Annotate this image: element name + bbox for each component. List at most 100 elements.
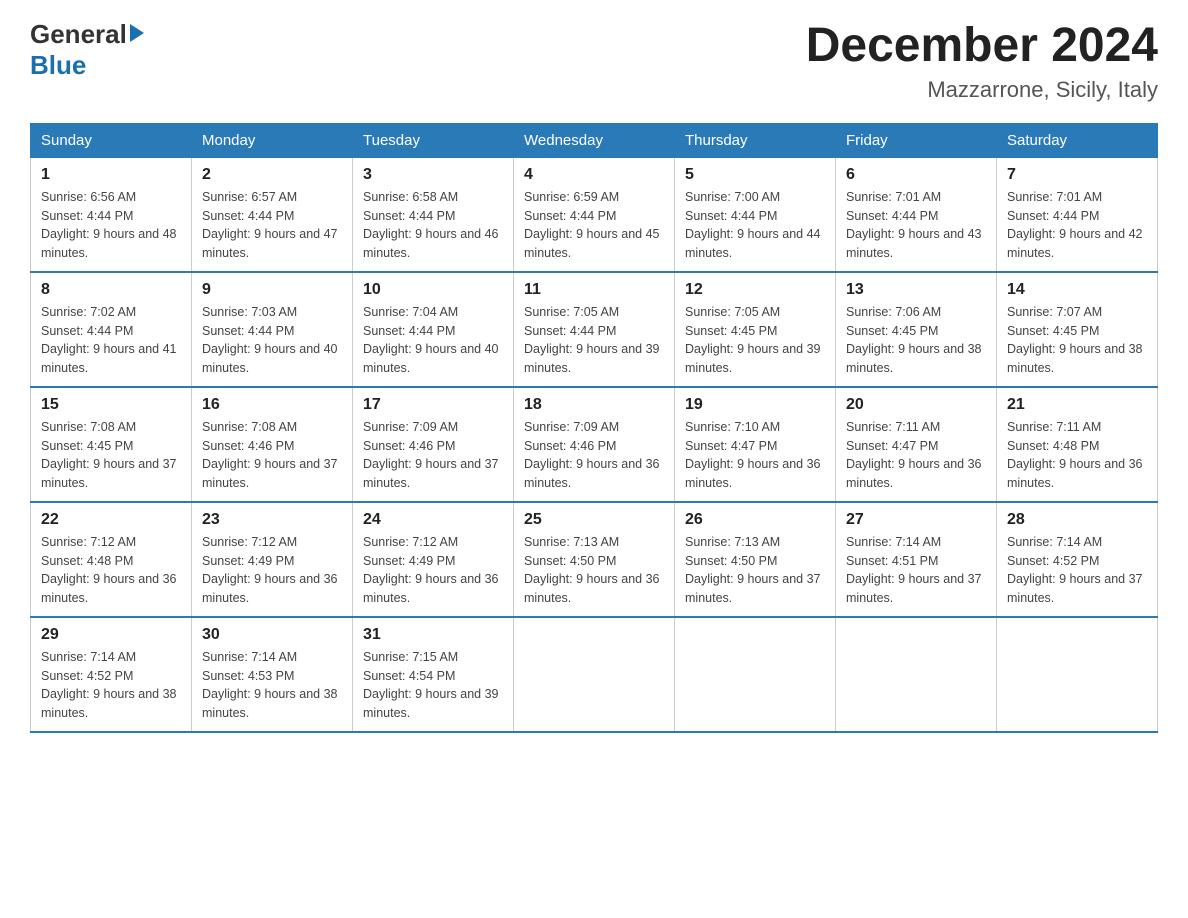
- day-number: 16: [202, 396, 342, 414]
- calendar-cell: 21 Sunrise: 7:11 AMSunset: 4:48 PMDayligh…: [997, 387, 1158, 502]
- calendar-cell: 9Sunrise: 7:03 AMSunset: 4:44 PMDaylight…: [192, 272, 353, 387]
- calendar-header: SundayMondayTuesdayWednesdayThursdayFrid…: [31, 123, 1158, 157]
- day-number: 19: [685, 396, 825, 414]
- day-info: Sunrise: 7:07 AMSunset: 4:45 PMDaylight:…: [1007, 303, 1147, 378]
- logo-blue: Blue: [30, 50, 86, 80]
- day-number: 30: [202, 626, 342, 644]
- calendar-cell: 24 Sunrise: 7:12 AMSunset: 4:49 PMDayligh…: [353, 502, 514, 617]
- calendar-cell: 15Sunrise: 7:08 AMSunset: 4:45 PMDayligh…: [31, 387, 192, 502]
- day-number: 11: [524, 281, 664, 299]
- day-info: Sunrise: 7:12 AMSunset: 4:49 PMDaylight:…: [363, 533, 503, 608]
- calendar-cell: 13Sunrise: 7:06 AMSunset: 4:45 PMDayligh…: [836, 272, 997, 387]
- calendar-cell: 27 Sunrise: 7:14 AMSunset: 4:51 PMDayligh…: [836, 502, 997, 617]
- day-info: Sunrise: 7:11 AMSunset: 4:48 PMDaylight:…: [1007, 418, 1147, 493]
- day-info: Sunrise: 7:14 AMSunset: 4:51 PMDaylight:…: [846, 533, 986, 608]
- weekday-wednesday: Wednesday: [514, 123, 675, 157]
- day-number: 21: [1007, 396, 1147, 414]
- calendar-cell: 16Sunrise: 7:08 AMSunset: 4:46 PMDayligh…: [192, 387, 353, 502]
- week-row-2: 8 Sunrise: 7:02 AMSunset: 4:44 PMDaylight…: [31, 272, 1158, 387]
- location-title: Mazzarrone, Sicily, Italy: [806, 77, 1158, 103]
- calendar-cell: 22 Sunrise: 7:12 AMSunset: 4:48 PMDayligh…: [31, 502, 192, 617]
- day-info: Sunrise: 7:02 AMSunset: 4:44 PMDaylight:…: [41, 303, 181, 378]
- day-number: 25: [524, 511, 664, 529]
- day-info: Sunrise: 7:14 AMSunset: 4:52 PMDaylight:…: [1007, 533, 1147, 608]
- logo-arrow-icon: [130, 24, 144, 42]
- day-number: 26: [685, 511, 825, 529]
- day-info: Sunrise: 7:01 AMSunset: 4:44 PMDaylight:…: [1007, 188, 1147, 263]
- day-number: 31: [363, 626, 503, 644]
- calendar-cell: 31 Sunrise: 7:15 AMSunset: 4:54 PMDayligh…: [353, 617, 514, 732]
- day-number: 12: [685, 281, 825, 299]
- day-number: 7: [1007, 166, 1147, 184]
- day-number: 27: [846, 511, 986, 529]
- day-number: 2: [202, 166, 342, 184]
- day-info: Sunrise: 7:13 AMSunset: 4:50 PMDaylight:…: [524, 533, 664, 608]
- month-title: December 2024: [806, 20, 1158, 73]
- calendar-cell: 12 Sunrise: 7:05 AMSunset: 4:45 PMDayligh…: [675, 272, 836, 387]
- logo-general: General: [30, 20, 127, 49]
- week-row-3: 15Sunrise: 7:08 AMSunset: 4:45 PMDayligh…: [31, 387, 1158, 502]
- day-number: 22: [41, 511, 181, 529]
- weekday-thursday: Thursday: [675, 123, 836, 157]
- day-number: 8: [41, 281, 181, 299]
- week-row-1: 1Sunrise: 6:56 AMSunset: 4:44 PMDaylight…: [31, 157, 1158, 272]
- calendar-cell: 6 Sunrise: 7:01 AMSunset: 4:44 PMDaylight…: [836, 157, 997, 272]
- weekday-friday: Friday: [836, 123, 997, 157]
- day-info: Sunrise: 7:05 AMSunset: 4:45 PMDaylight:…: [685, 303, 825, 378]
- day-info: Sunrise: 7:14 AMSunset: 4:53 PMDaylight:…: [202, 648, 342, 723]
- day-info: Sunrise: 6:57 AMSunset: 4:44 PMDaylight:…: [202, 188, 342, 263]
- weekday-saturday: Saturday: [997, 123, 1158, 157]
- calendar-body: 1Sunrise: 6:56 AMSunset: 4:44 PMDaylight…: [31, 157, 1158, 732]
- day-info: Sunrise: 7:01 AMSunset: 4:44 PMDaylight:…: [846, 188, 986, 263]
- weekday-header-row: SundayMondayTuesdayWednesdayThursdayFrid…: [31, 123, 1158, 157]
- calendar-cell: 10 Sunrise: 7:04 AMSunset: 4:44 PMDayligh…: [353, 272, 514, 387]
- day-info: Sunrise: 7:14 AMSunset: 4:52 PMDaylight:…: [41, 648, 181, 723]
- day-info: Sunrise: 6:58 AMSunset: 4:44 PMDaylight:…: [363, 188, 503, 263]
- calendar-cell: 3Sunrise: 6:58 AMSunset: 4:44 PMDaylight…: [353, 157, 514, 272]
- day-info: Sunrise: 7:09 AMSunset: 4:46 PMDaylight:…: [363, 418, 503, 493]
- day-number: 18: [524, 396, 664, 414]
- page-header: General Blue December 2024 Mazzarrone, S…: [30, 20, 1158, 103]
- calendar-cell: 25 Sunrise: 7:13 AMSunset: 4:50 PMDayligh…: [514, 502, 675, 617]
- calendar-cell: 5Sunrise: 7:00 AMSunset: 4:44 PMDaylight…: [675, 157, 836, 272]
- day-number: 28: [1007, 511, 1147, 529]
- day-info: Sunrise: 7:13 AMSunset: 4:50 PMDaylight:…: [685, 533, 825, 608]
- calendar-cell: 28 Sunrise: 7:14 AMSunset: 4:52 PMDayligh…: [997, 502, 1158, 617]
- calendar-cell: 23Sunrise: 7:12 AMSunset: 4:49 PMDayligh…: [192, 502, 353, 617]
- calendar-cell: 11 Sunrise: 7:05 AMSunset: 4:44 PMDayligh…: [514, 272, 675, 387]
- day-number: 1: [41, 166, 181, 184]
- day-info: Sunrise: 7:15 AMSunset: 4:54 PMDaylight:…: [363, 648, 503, 723]
- day-info: Sunrise: 7:05 AMSunset: 4:44 PMDaylight:…: [524, 303, 664, 378]
- calendar-cell: [836, 617, 997, 732]
- calendar-cell: 7 Sunrise: 7:01 AMSunset: 4:44 PMDaylight…: [997, 157, 1158, 272]
- week-row-5: 29Sunrise: 7:14 AMSunset: 4:52 PMDayligh…: [31, 617, 1158, 732]
- day-info: Sunrise: 7:11 AMSunset: 4:47 PMDaylight:…: [846, 418, 986, 493]
- calendar-cell: [675, 617, 836, 732]
- day-info: Sunrise: 6:59 AMSunset: 4:44 PMDaylight:…: [524, 188, 664, 263]
- day-info: Sunrise: 7:00 AMSunset: 4:44 PMDaylight:…: [685, 188, 825, 263]
- day-number: 24: [363, 511, 503, 529]
- week-row-4: 22 Sunrise: 7:12 AMSunset: 4:48 PMDayligh…: [31, 502, 1158, 617]
- calendar-cell: [997, 617, 1158, 732]
- day-info: Sunrise: 7:09 AMSunset: 4:46 PMDaylight:…: [524, 418, 664, 493]
- weekday-tuesday: Tuesday: [353, 123, 514, 157]
- day-number: 23: [202, 511, 342, 529]
- calendar-cell: 20 Sunrise: 7:11 AMSunset: 4:47 PMDayligh…: [836, 387, 997, 502]
- calendar-cell: 29Sunrise: 7:14 AMSunset: 4:52 PMDayligh…: [31, 617, 192, 732]
- day-info: Sunrise: 7:03 AMSunset: 4:44 PMDaylight:…: [202, 303, 342, 378]
- day-info: Sunrise: 7:04 AMSunset: 4:44 PMDaylight:…: [363, 303, 503, 378]
- calendar-cell: 19Sunrise: 7:10 AMSunset: 4:47 PMDayligh…: [675, 387, 836, 502]
- day-number: 6: [846, 166, 986, 184]
- day-number: 20: [846, 396, 986, 414]
- calendar-cell: 8 Sunrise: 7:02 AMSunset: 4:44 PMDaylight…: [31, 272, 192, 387]
- day-number: 15: [41, 396, 181, 414]
- logo: General Blue: [30, 20, 144, 79]
- calendar-cell: 26 Sunrise: 7:13 AMSunset: 4:50 PMDayligh…: [675, 502, 836, 617]
- day-number: 10: [363, 281, 503, 299]
- day-info: Sunrise: 7:12 AMSunset: 4:48 PMDaylight:…: [41, 533, 181, 608]
- calendar-cell: 18 Sunrise: 7:09 AMSunset: 4:46 PMDayligh…: [514, 387, 675, 502]
- calendar-cell: 17Sunrise: 7:09 AMSunset: 4:46 PMDayligh…: [353, 387, 514, 502]
- weekday-sunday: Sunday: [31, 123, 192, 157]
- day-info: Sunrise: 7:06 AMSunset: 4:45 PMDaylight:…: [846, 303, 986, 378]
- day-number: 14: [1007, 281, 1147, 299]
